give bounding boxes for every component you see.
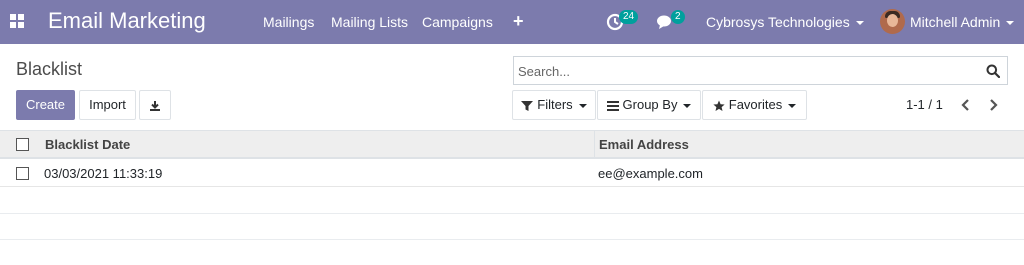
- user-name: Mitchell Admin: [910, 14, 1001, 30]
- apps-menu-icon[interactable]: [10, 14, 24, 28]
- group-by-button[interactable]: Group By: [597, 90, 701, 120]
- filter-icon: [521, 100, 534, 111]
- chevron-down-icon: [855, 21, 864, 26]
- search-box: [513, 56, 1008, 85]
- menu-item-mailing-lists[interactable]: Mailing Lists: [331, 14, 408, 30]
- column-header-email-address[interactable]: Email Address: [599, 137, 689, 153]
- favorites-button[interactable]: Favorites: [702, 90, 807, 120]
- empty-row: [0, 188, 1024, 214]
- menu-item-campaigns[interactable]: Campaigns: [422, 14, 493, 30]
- avatar[interactable]: [880, 9, 905, 34]
- chevron-down-icon: [578, 103, 587, 108]
- user-menu[interactable]: Mitchell Admin: [910, 14, 1015, 30]
- messages-badge: 2: [671, 10, 685, 24]
- import-button[interactable]: Import: [79, 90, 136, 120]
- download-button[interactable]: [139, 90, 171, 120]
- app-title[interactable]: Email Marketing: [48, 8, 206, 34]
- table-header: Blacklist Date Email Address: [0, 130, 1024, 159]
- filters-label: Filters: [537, 97, 573, 112]
- column-header-blacklist-date[interactable]: Blacklist Date: [45, 137, 130, 153]
- company-name: Cybrosys Technologies: [706, 14, 850, 30]
- menu-item-mailings[interactable]: Mailings: [263, 14, 314, 30]
- top-navbar: Email Marketing Mailings Mailing Lists C…: [0, 0, 1024, 44]
- table-row[interactable]: 03/03/2021 11:33:19 ee@example.com: [0, 160, 1024, 187]
- star-icon: [713, 100, 725, 111]
- chevron-down-icon: [788, 103, 797, 108]
- create-button[interactable]: Create: [16, 90, 75, 120]
- search-input[interactable]: [518, 62, 958, 80]
- select-all-checkbox[interactable]: [16, 138, 29, 151]
- empty-row: [0, 214, 1024, 240]
- search-icon[interactable]: [986, 64, 1000, 78]
- cell-email-address: ee@example.com: [598, 166, 703, 181]
- bars-icon: [606, 100, 619, 111]
- chevron-down-icon: [1006, 21, 1015, 26]
- download-icon: [150, 100, 160, 111]
- breadcrumb: Blacklist: [16, 59, 83, 79]
- group-by-label: Group By: [622, 97, 678, 112]
- chevron-left-icon[interactable]: [960, 96, 972, 114]
- row-checkbox[interactable]: [16, 167, 29, 180]
- favorites-label: Favorites: [728, 97, 783, 112]
- chevron-right-icon[interactable]: [987, 96, 999, 114]
- chevron-down-icon: [683, 103, 692, 108]
- cell-blacklist-date: 03/03/2021 11:33:19: [44, 166, 163, 181]
- company-switcher[interactable]: Cybrosys Technologies: [706, 14, 864, 30]
- activity-badge: 24: [619, 10, 639, 24]
- plus-icon[interactable]: +: [513, 11, 524, 31]
- pager-value[interactable]: 1-1 / 1: [906, 97, 943, 113]
- column-divider: [594, 131, 595, 158]
- filters-button[interactable]: Filters: [512, 90, 596, 120]
